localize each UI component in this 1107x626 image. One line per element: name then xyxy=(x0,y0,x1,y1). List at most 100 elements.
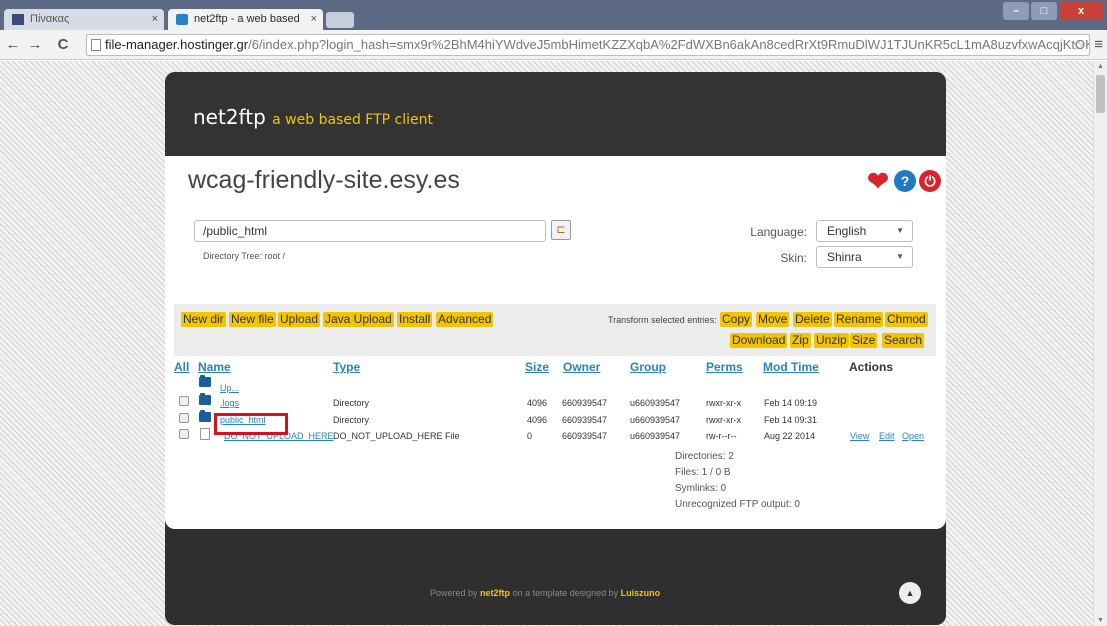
directory-tree-text: Directory Tree: root / xyxy=(203,251,286,261)
chrome-menu-icon[interactable]: ≡ xyxy=(1094,36,1103,53)
search-button[interactable]: Search xyxy=(882,333,925,348)
forward-arrow-icon[interactable]: → xyxy=(26,36,44,53)
stats-symlinks: Symlinks: 0 xyxy=(675,483,727,494)
move-button[interactable]: Move xyxy=(756,312,790,327)
row-checkbox[interactable] xyxy=(179,413,189,423)
size-button[interactable]: Size xyxy=(850,333,878,348)
file-size: 4096 xyxy=(527,415,548,425)
header-icons: ❤ ? ⏻ xyxy=(865,168,941,194)
new-file-button[interactable]: New file xyxy=(229,312,276,327)
row-checkbox[interactable] xyxy=(179,396,189,406)
footer-credits: Powered by net2ftp on a template designe… xyxy=(430,588,660,598)
designer-link[interactable]: Luiszuno xyxy=(621,588,661,598)
tab-favicon-icon xyxy=(176,14,188,25)
directory-tree-button[interactable]: ⊏ xyxy=(551,220,571,240)
window-controls: – □ x xyxy=(1003,2,1103,20)
heart-icon[interactable]: ❤ xyxy=(865,168,891,194)
edit-link[interactable]: Edit xyxy=(879,431,895,441)
tab-label: Πίνακας xyxy=(30,13,70,25)
url-path: /6/index.php?login_hash=smx9r%2BhM4hiYWd… xyxy=(248,37,1090,52)
sort-perms-link[interactable]: Perms xyxy=(706,360,743,374)
actions-header: Actions xyxy=(849,360,894,374)
sort-group-link[interactable]: Group xyxy=(630,360,666,374)
file-group: u660939547 xyxy=(630,398,681,408)
file-type: DO_NOT_UPLOAD_HERE File xyxy=(333,431,460,441)
chevron-down-icon: ▼ xyxy=(896,226,904,235)
delete-button[interactable]: Delete xyxy=(793,312,832,327)
file-name-link[interactable]: .logs xyxy=(220,398,239,408)
scroll-up-icon[interactable]: ▲ xyxy=(1097,63,1104,70)
file-group: u660939547 xyxy=(630,431,681,441)
file-perms: rwxr-xr-x xyxy=(706,415,741,425)
back-arrow-icon[interactable]: ← xyxy=(4,36,22,53)
chmod-button[interactable]: Chmod xyxy=(885,312,928,327)
template-text: on a template designed by xyxy=(512,588,619,598)
stats-directories: Directories: 2 xyxy=(675,451,734,462)
rename-button[interactable]: Rename xyxy=(834,312,884,327)
folder-icon xyxy=(199,410,211,422)
vertical-scrollbar[interactable]: ▲ ▼ xyxy=(1093,61,1107,626)
action-bar: New dir New file Upload Java Upload Inst… xyxy=(174,304,936,356)
highlight-box xyxy=(214,413,288,435)
sort-name-link[interactable]: Name xyxy=(198,360,231,374)
tab-net2ftp[interactable]: net2ftp - a web based FTP × xyxy=(168,9,323,46)
file-owner: 660939547 xyxy=(562,431,608,441)
file-owner: 660939547 xyxy=(562,398,608,408)
net2ftp-app: net2ftp a web based FTP client wcag-frie… xyxy=(165,72,946,625)
maximize-button[interactable]: □ xyxy=(1031,2,1057,20)
open-link[interactable]: Open xyxy=(902,431,924,441)
scrollbar-thumb[interactable] xyxy=(1096,75,1105,113)
brand-name: net2ftp xyxy=(193,105,266,129)
new-tab-button[interactable] xyxy=(326,12,354,28)
unzip-button[interactable]: Unzip xyxy=(814,333,849,348)
help-icon[interactable]: ? xyxy=(894,170,916,192)
new-dir-button[interactable]: New dir xyxy=(181,312,226,327)
tab-close-icon[interactable]: × xyxy=(311,9,317,30)
install-button[interactable]: Install xyxy=(397,312,433,327)
stats-unrecognized: Unrecognized FTP output: 0 xyxy=(675,499,800,510)
view-link[interactable]: View xyxy=(850,431,869,441)
sort-modtime-link[interactable]: Mod Time xyxy=(763,360,819,374)
java-upload-button[interactable]: Java Upload xyxy=(323,312,394,327)
close-window-button[interactable]: x xyxy=(1059,2,1103,20)
file-modtime: Feb 14 09:19 xyxy=(764,398,818,408)
transform-label: Transform selected entries: xyxy=(608,315,717,325)
folder-icon xyxy=(199,375,211,387)
scroll-to-top-icon[interactable]: ▲ xyxy=(899,582,921,604)
skin-select[interactable]: Shinra ▼ xyxy=(816,246,913,268)
up-link[interactable]: Up... xyxy=(220,383,239,393)
bookmark-star-icon[interactable]: ☆ xyxy=(1072,35,1085,55)
app-brand: net2ftp a web based FTP client xyxy=(193,105,433,129)
file-perms: rw-r--r-- xyxy=(706,431,737,441)
site-title: wcag-friendly-site.esy.es xyxy=(188,166,460,194)
sort-type-link[interactable]: Type xyxy=(333,360,360,374)
upload-button[interactable]: Upload xyxy=(278,312,321,327)
file-group: u660939547 xyxy=(630,415,681,425)
sort-size-link[interactable]: Size xyxy=(525,360,549,374)
reload-icon[interactable]: C xyxy=(54,36,72,53)
app-banner: net2ftp a web based FTP client xyxy=(165,72,946,156)
skin-label: Skin: xyxy=(780,251,807,265)
scroll-down-icon[interactable]: ▼ xyxy=(1097,617,1104,624)
minimize-button[interactable]: – xyxy=(1003,2,1029,20)
file-size: 4096 xyxy=(527,398,548,408)
advanced-button[interactable]: Advanced xyxy=(436,312,494,327)
address-bar[interactable]: file-manager.hostinger.gr/6/index.php?lo… xyxy=(86,34,1090,56)
net2ftp-link[interactable]: net2ftp xyxy=(480,588,510,598)
file-icon xyxy=(200,428,210,440)
file-modtime: Aug 22 2014 xyxy=(764,431,816,441)
copy-button[interactable]: Copy xyxy=(720,312,753,327)
file-modtime: Feb 14 09:31 xyxy=(764,415,818,425)
sort-owner-link[interactable]: Owner xyxy=(563,360,600,374)
language-select[interactable]: English ▼ xyxy=(816,220,913,242)
power-icon[interactable]: ⏻ xyxy=(919,170,941,192)
tab-pinakas[interactable]: Πίνακας × xyxy=(4,9,164,30)
row-checkbox[interactable] xyxy=(179,429,189,439)
download-button[interactable]: Download xyxy=(730,333,788,348)
file-type: Directory xyxy=(333,415,370,425)
directory-input[interactable]: /public_html xyxy=(194,220,546,242)
brand-tagline: a web based FTP client xyxy=(272,112,433,128)
zip-button[interactable]: Zip xyxy=(790,333,811,348)
select-all-link[interactable]: All xyxy=(174,360,189,374)
tab-close-icon[interactable]: × xyxy=(152,9,158,30)
